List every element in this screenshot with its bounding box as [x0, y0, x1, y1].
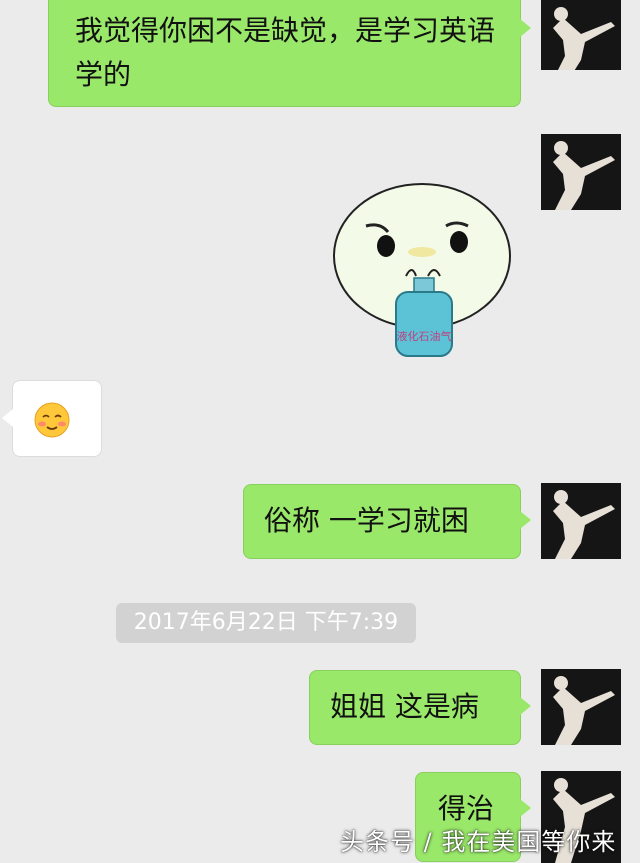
user-avatar[interactable]: [541, 669, 621, 745]
sent-message-bubble[interactable]: 我觉得你困不是缺觉，是学习英语学的: [48, 0, 531, 107]
dancer-avatar-icon: [541, 483, 621, 559]
watermark-text: 头条号 / 我在美国等你来: [340, 828, 617, 856]
sent-message-bubble[interactable]: 姐姐 这是病: [309, 670, 531, 745]
dancer-avatar-icon: [541, 134, 621, 210]
sticker-message[interactable]: 液化石油气: [326, 168, 522, 358]
message-text: 俗称 一学习就困: [264, 504, 469, 537]
message-text: 姐姐 这是病: [330, 690, 479, 723]
dancer-avatar-icon: [541, 669, 621, 745]
received-message-bubble[interactable]: [2, 380, 102, 457]
blushing-smile-emoji-icon: [34, 402, 70, 438]
message-text: 我觉得你困不是缺觉，是学习英语学的: [75, 14, 496, 91]
cartoon-gas-tank-sticker-icon: 液化石油气: [333, 183, 511, 357]
user-avatar[interactable]: [541, 134, 621, 210]
chat-timestamp: 2017年6月22日 下午7:39: [116, 603, 416, 643]
sent-message-bubble[interactable]: 俗称 一学习就困: [243, 484, 531, 559]
message-text: 得治: [438, 792, 495, 825]
user-avatar[interactable]: [541, 483, 621, 559]
dancer-avatar-icon: [541, 0, 621, 70]
sticker-caption: 液化石油气: [397, 329, 452, 343]
user-avatar[interactable]: [541, 0, 621, 70]
